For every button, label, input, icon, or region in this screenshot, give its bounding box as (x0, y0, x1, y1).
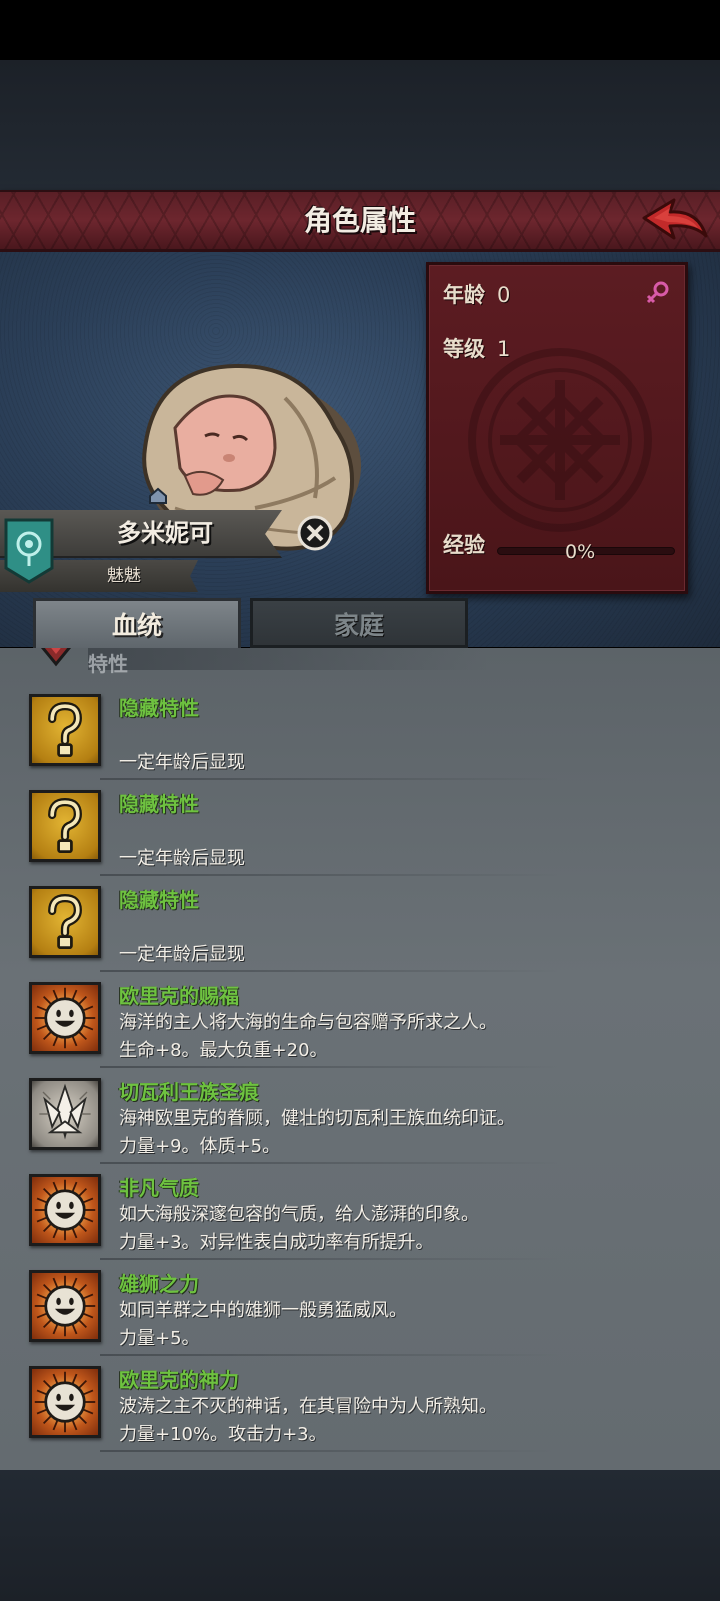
trait-name: 隐藏特性 (119, 696, 199, 720)
diamond-gem-icon (36, 648, 76, 672)
row-divider (100, 1450, 560, 1452)
smiling-sun-icon[interactable] (29, 982, 101, 1054)
trait-row[interactable]: 隐藏特性一定年龄后显现 (0, 876, 720, 972)
trait-row[interactable]: 非凡气质如大海般深邃包容的气质，给人澎湃的印象。 力量+3。对异性表白成功率有所提… (0, 1164, 720, 1260)
trait-effect: 力量+3。对异性表白成功率有所提升。 (119, 1232, 434, 1253)
exp-label: 经验 (443, 533, 485, 557)
trait-effect: 一定年龄后显现 (119, 752, 245, 773)
trait-effect: 生命+8。最大负重+20。 (119, 1040, 328, 1061)
exp-value: 0% (565, 541, 596, 563)
trait-row[interactable]: 欧里克的赐福海洋的主人将大海的生命与包容赠予所求之人。 生命+8。最大负重+20。 (0, 972, 720, 1068)
character-name[interactable]: 多米妮可 (60, 510, 270, 556)
top-background (0, 60, 720, 190)
trait-description: 如同羊群之中的雄狮一般勇猛威风。 (119, 1300, 407, 1321)
trait-effect: 力量+10%。攻击力+3。 (119, 1424, 327, 1445)
trait-effect: 力量+5。 (119, 1328, 200, 1349)
smiling-sun-icon[interactable] (29, 1270, 101, 1342)
tab-bloodline[interactable]: 血统 (33, 598, 241, 648)
trait-description: 如大海般深邃包容的气质，给人澎湃的印象。 (119, 1204, 479, 1225)
trait-row[interactable]: 雄狮之力如同羊群之中的雄狮一般勇猛威风。 力量+5。 (0, 1260, 720, 1356)
header-banner: 角色属性 (0, 190, 720, 252)
house-icon (148, 487, 168, 505)
celtic-knot-emblem (468, 348, 652, 532)
trait-effect: 一定年龄后显现 (119, 944, 245, 965)
question-mark-icon[interactable] (29, 886, 101, 958)
question-mark-icon[interactable] (29, 694, 101, 766)
section-label: 特性 (88, 652, 128, 676)
trait-description: 海神欧里克的眷顾，健壮的切瓦利王族血统印证。 (119, 1108, 515, 1129)
tab-family[interactable]: 家庭 (250, 598, 468, 648)
page-title: 角色属性 (303, 204, 416, 237)
crown-emblem-icon[interactable] (29, 1078, 101, 1150)
trait-name: 非凡气质 (119, 1176, 199, 1200)
trait-row[interactable]: 隐藏特性一定年龄后显现 (0, 780, 720, 876)
trait-description: 波涛之主不灭的神话，在其冒险中为人所熟知。 (119, 1396, 497, 1417)
smiling-sun-icon[interactable] (29, 1366, 101, 1438)
trait-row[interactable]: 欧里克的神力波涛之主不灭的神话，在其冒险中为人所熟知。 力量+10%。攻击力+3。 (0, 1356, 720, 1452)
level-value: 1 (497, 337, 511, 361)
section-header: 特性 (28, 648, 488, 684)
trait-name: 隐藏特性 (119, 792, 199, 816)
question-mark-icon[interactable] (29, 790, 101, 862)
back-arrow-icon[interactable] (640, 196, 710, 248)
level-row: 等级 1 (443, 333, 510, 363)
character-title: 魅魅 (107, 566, 141, 586)
stats-panel: 年龄 0 等级 1 经验 0% (426, 262, 688, 594)
age-value: 0 (497, 283, 511, 307)
age-row: 年龄 0 (443, 279, 510, 309)
trait-name: 切瓦利王族圣痕 (119, 1080, 259, 1104)
family-crest-icon[interactable] (4, 518, 54, 584)
level-label: 等级 (443, 337, 485, 361)
trait-name: 雄狮之力 (119, 1272, 199, 1296)
close-icon[interactable] (296, 514, 334, 552)
smiling-sun-icon[interactable] (29, 1174, 101, 1246)
section-header-bar (88, 648, 488, 670)
trait-name: 欧里克的赐福 (119, 984, 239, 1008)
trait-name: 欧里克的神力 (119, 1368, 239, 1392)
trait-name: 隐藏特性 (119, 888, 199, 912)
traits-panel[interactable]: 特性 隐藏特性 一定年龄后显现 隐藏特性 一定年龄后显现 隐藏特性 一定年龄后显现 欧里克的… (0, 648, 720, 1470)
trait-row[interactable]: 切瓦利王族圣痕海神欧里克的眷顾，健壮的切瓦利王族血统印证。 力量+9。体质+5。 (0, 1068, 720, 1164)
age-label: 年龄 (443, 283, 485, 307)
trait-row[interactable]: 隐藏特性一定年龄后显现 (0, 684, 720, 780)
trait-description: 海洋的主人将大海的生命与包容赠予所求之人。 (119, 1012, 497, 1033)
status-bar (0, 0, 720, 60)
trait-effect: 力量+9。体质+5。 (119, 1136, 281, 1157)
trait-effect: 一定年龄后显现 (119, 848, 245, 869)
bottom-background (0, 1470, 720, 1601)
female-symbol-icon (643, 279, 671, 307)
